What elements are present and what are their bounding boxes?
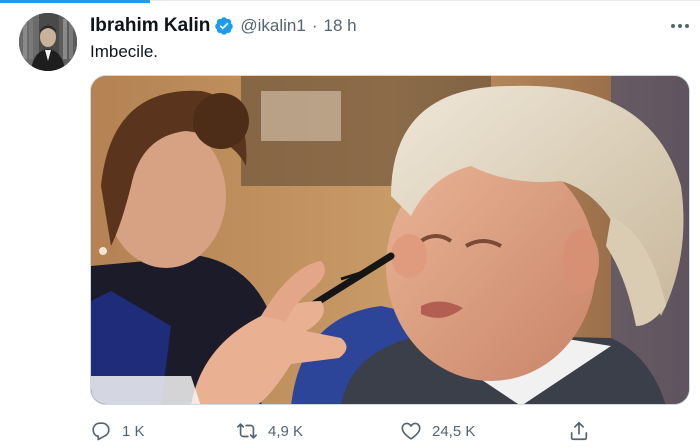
verified-badge-icon: [214, 16, 234, 36]
author-handle[interactable]: @ikalin1: [240, 16, 305, 36]
retweet-icon: [237, 423, 257, 439]
photo-illustration: [91, 76, 689, 404]
separator-dot: ·: [311, 16, 318, 35]
avatar-photo: [19, 13, 77, 71]
tweet-text: Imbecile.: [90, 42, 159, 61]
reply-button[interactable]: 1 K: [90, 419, 145, 443]
tweet-header: Ibrahim Kalin @ikalin1 · 18 h: [90, 14, 357, 38]
more-dot: [671, 24, 675, 28]
tweet-timestamp[interactable]: 18 h: [323, 16, 356, 36]
reply-icon: [92, 422, 110, 441]
tweet[interactable]: Ibrahim Kalin @ikalin1 · 18 h Imbecile.: [0, 0, 700, 447]
author-avatar[interactable]: [19, 13, 77, 71]
more-dot: [678, 24, 682, 28]
share-icon: [570, 421, 588, 441]
tweet-photo[interactable]: [90, 75, 690, 405]
retweet-button[interactable]: 4,9 K: [236, 419, 303, 443]
more-dot: [685, 24, 689, 28]
heart-icon: [401, 422, 421, 440]
like-count: 24,5 K: [432, 422, 476, 440]
retweet-count: 4,9 K: [268, 422, 304, 440]
author-name[interactable]: Ibrahim Kalin: [90, 15, 210, 37]
more-options-icon[interactable]: [668, 14, 692, 38]
reply-count: 1 K: [122, 422, 145, 440]
share-button[interactable]: [568, 419, 590, 443]
like-button[interactable]: 24,5 K: [400, 419, 475, 443]
tweet-actions: 1 K 4,9 K 24,5 K: [90, 419, 600, 443]
